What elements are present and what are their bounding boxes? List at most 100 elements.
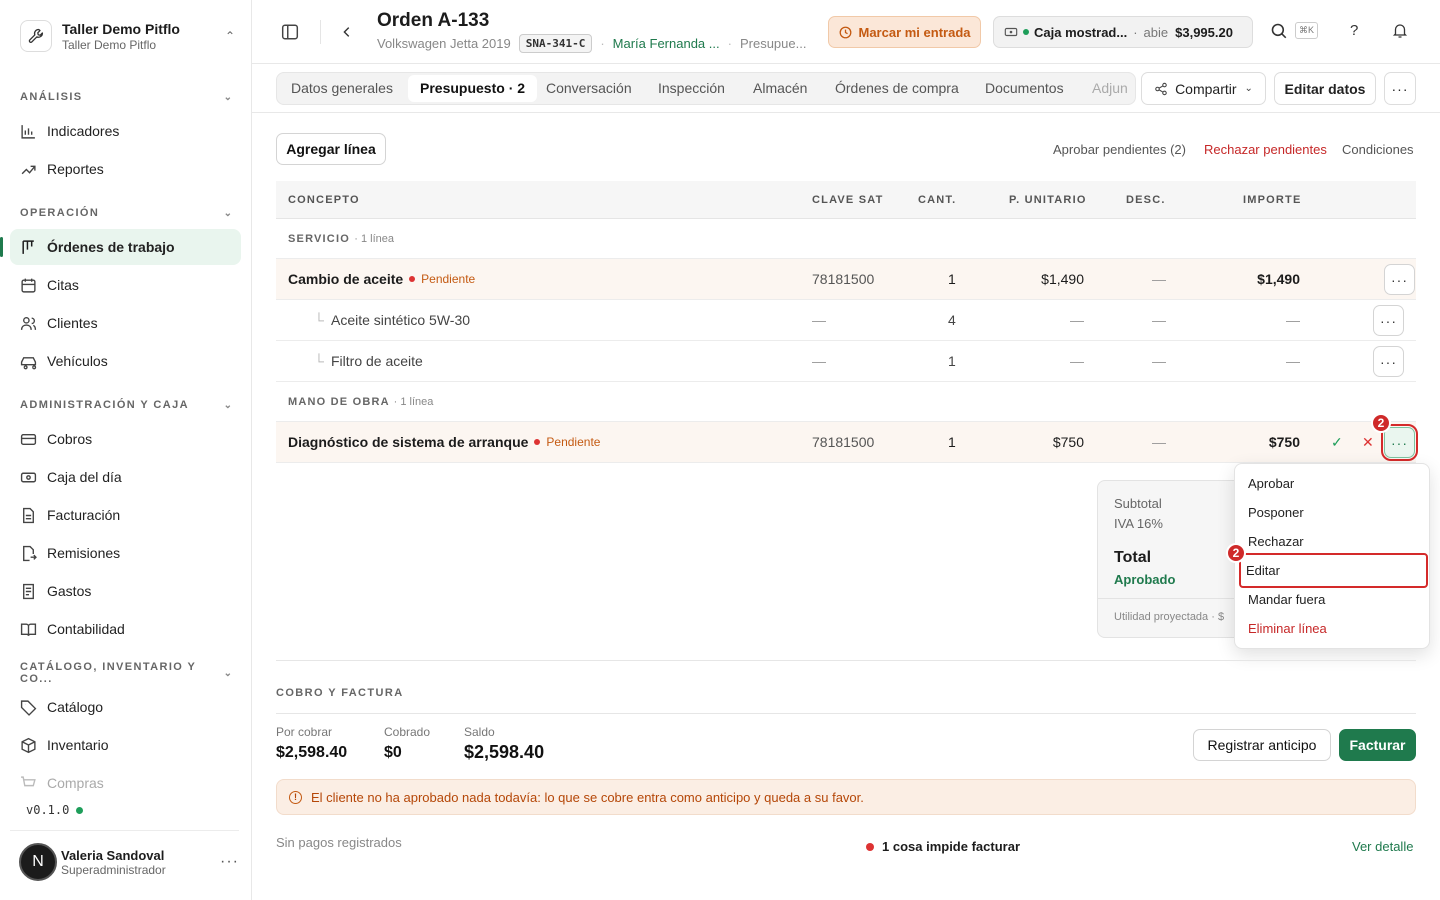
car-icon (20, 356, 37, 369)
chevron-down-icon: ⌄ (1244, 83, 1253, 94)
plate-badge: SNA-341-C (518, 34, 593, 53)
more-actions-button[interactable]: ··· (1384, 72, 1416, 105)
section-analisis[interactable]: ANÁLISIS ⌄ (20, 89, 232, 105)
sidebar-toggle-icon[interactable] (278, 20, 302, 44)
divider (276, 660, 1416, 661)
bell-icon[interactable] (1392, 22, 1408, 42)
sidebar-item-label: Cobros (47, 431, 93, 447)
search-icon[interactable] (1270, 22, 1288, 43)
amount: — (1286, 312, 1300, 328)
sidebar-item-citas[interactable]: Citas (10, 267, 241, 303)
quantity: 1 (948, 434, 956, 450)
sidebar-item-remisiones[interactable]: Remisiones (10, 535, 241, 571)
por-cobrar-value: $2,598.40 (276, 744, 348, 761)
sidebar-item-label: Órdenes de trabajo (47, 239, 175, 255)
subtotal-label: Subtotal (1114, 496, 1162, 511)
view-detail-link[interactable]: Ver detalle (1352, 839, 1413, 854)
reject-x-icon[interactable]: ✕ (1362, 434, 1374, 451)
line-name: Diagnóstico de sistema de arranque (288, 434, 529, 450)
add-line-button[interactable]: Agregar línea (276, 133, 386, 165)
sidebar-item-reportes[interactable]: Reportes (10, 151, 241, 187)
sidebar-item-contabilidad[interactable]: Contabilidad (10, 611, 241, 647)
menu-item-editar[interactable]: Editar (1239, 553, 1428, 588)
register-name: Caja mostrad... (1034, 24, 1128, 40)
amount: $750 (1268, 434, 1300, 450)
conditions-link[interactable]: Condiciones (1342, 142, 1414, 157)
section-operacion[interactable]: OPERACIÓN ⌄ (20, 205, 232, 221)
row-more-button[interactable]: ··· (1373, 346, 1404, 377)
customer-link[interactable]: María Fernanda ... (613, 36, 720, 51)
tab-presupuesto[interactable]: Presupuesto · 2 (408, 75, 538, 102)
table-row[interactable]: └ Filtro de aceite — 1 — — — ··· (276, 341, 1416, 382)
chevron-up-down-icon: ⌃ (224, 29, 235, 43)
sidebar-item-label: Contabilidad (47, 621, 125, 637)
sidebar-item-vehiculos[interactable]: Vehículos (10, 343, 241, 379)
tab-adjuntos[interactable]: Adjun (1092, 73, 1128, 104)
cash-icon (1004, 27, 1018, 37)
table-row[interactable]: └ Aceite sintético 5W-30 — 4 — — — ··· (276, 300, 1416, 341)
sidebar-item-caja[interactable]: Caja del día (10, 459, 241, 495)
tab-inspeccion[interactable]: Inspección (658, 73, 725, 104)
sidebar-item-inventario[interactable]: Inventario (10, 727, 241, 763)
discount: — (1152, 312, 1166, 328)
more-horizontal-icon: ··· (1391, 434, 1408, 451)
menu-item-posponer[interactable]: Posponer (1241, 498, 1425, 527)
menu-item-aprobar[interactable]: Aprobar (1241, 469, 1425, 498)
approve-pending-link[interactable]: Aprobar pendientes (2) (1053, 142, 1186, 157)
group-name: MANO DE OBRA (288, 396, 390, 408)
row-more-button[interactable]: ··· (1381, 424, 1418, 461)
sidebar-item-label: Inventario (47, 737, 109, 753)
section-administracion[interactable]: ADMINISTRACIÓN Y CAJA ⌄ (20, 397, 232, 413)
share-button[interactable]: Compartir ⌄ (1141, 72, 1266, 105)
tab-almacen[interactable]: Almacén (753, 73, 807, 104)
sidebar-item-gastos[interactable]: Gastos (10, 573, 241, 609)
section-label: CATÁLOGO, INVENTARIO Y CO... (20, 661, 197, 685)
sidebar-item-label: Compras (47, 775, 104, 791)
tab-ordenes-compra[interactable]: Órdenes de compra (835, 73, 959, 104)
row-more-button[interactable]: ··· (1384, 264, 1415, 295)
section-catalogo[interactable]: CATÁLOGO, INVENTARIO Y CO... ⌄ (20, 661, 232, 685)
calendar-icon (21, 278, 36, 293)
check-in-button[interactable]: Marcar mi entrada (828, 16, 981, 48)
more-horizontal-icon: ··· (1380, 312, 1397, 329)
register-advance-button[interactable]: Registrar anticipo (1193, 729, 1331, 761)
discount: — (1152, 271, 1166, 287)
sidebar-item-facturacion[interactable]: Facturación (10, 497, 241, 533)
more-horizontal-icon[interactable]: ··· (220, 853, 239, 871)
dot-separator: · (600, 36, 605, 51)
sidebar-item-compras[interactable]: Compras (10, 765, 241, 801)
sat-code: 78181500 (812, 271, 875, 287)
tree-branch-icon: └ (314, 312, 324, 328)
workspace-switcher[interactable]: Taller Demo Pitflo Taller Demo Pitflo ⌃ (20, 17, 235, 55)
tree-branch-icon: └ (314, 353, 324, 369)
sidebar-item-indicadores[interactable]: Indicadores (10, 113, 241, 149)
sidebar-item-clientes[interactable]: Clientes (10, 305, 241, 341)
menu-item-rechazar[interactable]: Rechazar (1241, 527, 1425, 556)
edit-data-button[interactable]: Editar datos (1274, 72, 1376, 105)
tab-datos-generales[interactable]: Datos generales (291, 73, 393, 104)
row-more-button[interactable]: ··· (1373, 305, 1404, 336)
reject-pending-link[interactable]: Rechazar pendientes (1204, 142, 1327, 157)
menu-item-eliminar[interactable]: Eliminar línea (1241, 614, 1425, 643)
por-cobrar-label: Por cobrar (276, 725, 333, 739)
status-dot (866, 843, 874, 851)
version-text: v0.1.0 (26, 803, 70, 817)
status-dot (534, 439, 541, 445)
tab-documentos[interactable]: Documentos (985, 73, 1064, 104)
approve-check-icon[interactable]: ✓ (1331, 434, 1343, 451)
cash-register-selector[interactable]: Caja mostrad... · abie $3,995.20 (993, 16, 1253, 48)
sidebar-item-catalogo[interactable]: Catálogo (10, 689, 241, 725)
unit-price: — (1070, 312, 1084, 328)
tab-conversacion[interactable]: Conversación (546, 73, 632, 104)
divider (320, 20, 321, 44)
section-label: ADMINISTRACIÓN Y CAJA (20, 399, 189, 411)
user-menu[interactable]: N Valeria Sandoval Superadministrador ··… (19, 842, 239, 882)
table-row[interactable]: Diagnóstico de sistema de arranque Pendie… (276, 422, 1418, 463)
sidebar-item-ordenes[interactable]: Órdenes de trabajo (0, 229, 241, 265)
sidebar-item-cobros[interactable]: Cobros (10, 421, 241, 457)
invoice-button[interactable]: Facturar (1339, 729, 1416, 761)
table-row[interactable]: Cambio de aceite Pendiente 78181500 1 $1,… (276, 259, 1416, 300)
back-chevron-icon[interactable] (335, 20, 359, 44)
menu-item-mandar-fuera[interactable]: Mandar fuera (1241, 585, 1425, 614)
help-icon[interactable]: ? (1350, 22, 1358, 39)
